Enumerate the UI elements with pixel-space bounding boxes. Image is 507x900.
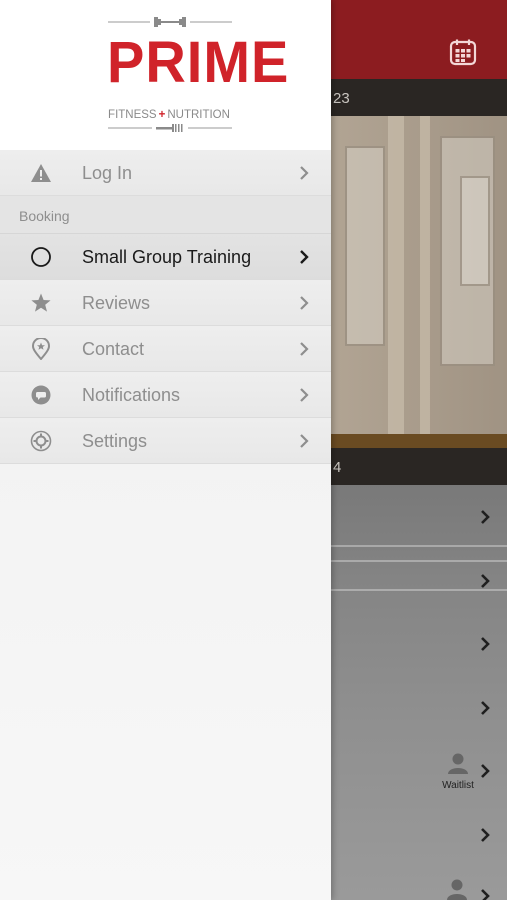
tagline-cross: + [158,109,166,121]
chevron-right-icon [300,434,309,448]
date-bar-text: 23 [333,90,350,107]
gear-icon [30,430,52,452]
menu-item-label: Settings [82,431,148,451]
calendar-icon [449,39,477,66]
warning-icon [30,162,52,184]
chevron-right-icon[interactable] [478,510,492,524]
date-bar-text: 4 [333,459,342,476]
tagline-left: FITNESS [108,109,157,121]
drawer-menu: Log In Booking Small Group Training Revi… [0,150,331,464]
person-icon [448,753,468,774]
waitlist-button[interactable]: Waitlist [436,752,480,791]
brand-name: PRIME [107,28,290,95]
tagline-right: NUTRITION [167,109,230,121]
chevron-right-icon [300,296,309,310]
navigation-drawer: PRIME FITNESS+NUTRITION Log In Booking [0,0,331,900]
menu-item-label: Reviews [82,293,151,313]
menu-item-label: Log In [82,163,133,183]
chevron-right-icon[interactable] [478,637,492,651]
menu-item-reviews[interactable]: Reviews [0,280,331,326]
waitlist-label: Waitlist [442,780,474,791]
menu-item-label: Small Group Training [82,247,252,267]
chevron-right-icon [300,342,309,356]
brand-logo: PRIME FITNESS + NUTRITION [0,0,331,150]
calendar-button[interactable] [448,37,478,67]
chevron-right-icon [300,166,309,180]
section-header-booking: Booking [0,196,331,234]
brand-tagline: FITNESS + NUTRITION [107,108,231,122]
menu-item-settings[interactable]: Settings [0,418,331,464]
menu-item-log-in[interactable]: Log In [0,150,331,196]
chevron-right-icon [300,388,309,402]
chat-bubble-icon [30,384,52,406]
star-icon [30,292,52,314]
menu-item-notifications[interactable]: Notifications [0,372,331,418]
circle-icon [30,246,52,268]
menu-item-small-group-training[interactable]: Small Group Training [0,234,331,280]
fork-icon [108,124,232,132]
person-icon [447,879,467,900]
chevron-right-icon[interactable] [478,701,492,715]
location-pin-icon [30,338,52,360]
chevron-right-icon [300,250,309,264]
chevron-right-icon[interactable] [478,828,492,842]
chevron-right-icon[interactable] [478,764,492,778]
menu-item-label: Contact [82,339,145,359]
chevron-right-icon[interactable] [478,889,492,900]
menu-item-label: Notifications [82,385,181,405]
section-header-label: Booking [19,208,70,224]
chevron-right-icon[interactable] [478,574,492,588]
menu-item-contact[interactable]: Contact [0,326,331,372]
